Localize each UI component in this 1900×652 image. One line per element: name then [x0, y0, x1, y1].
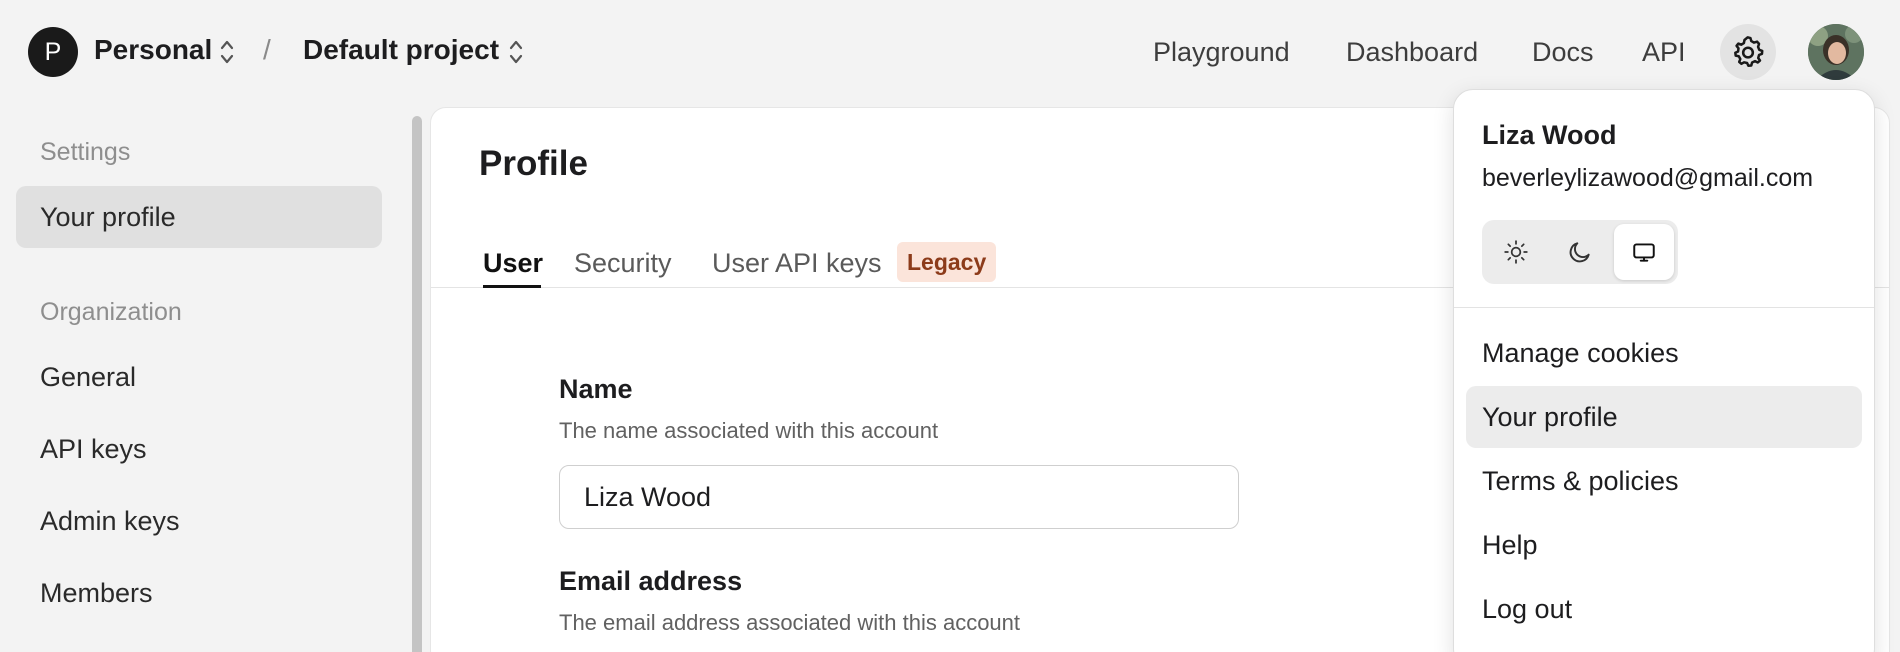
monitor-icon [1633, 243, 1655, 262]
sidebar-scrollbar[interactable] [412, 116, 422, 652]
tab-user[interactable]: User [483, 248, 543, 279]
org-avatar[interactable]: P [28, 27, 78, 77]
avatar[interactable] [1808, 24, 1864, 80]
email-label: Email address [559, 566, 743, 596]
sidebar-heading-organization: Organization [40, 298, 182, 326]
name-label: Name [559, 374, 633, 404]
user-photo-icon [1808, 24, 1864, 80]
theme-system-button[interactable] [1614, 224, 1674, 280]
nav-dashboard[interactable]: Dashboard [1346, 37, 1478, 68]
nav-playground[interactable]: Playground [1153, 37, 1290, 68]
name-help-text: The name associated with this account [559, 418, 939, 443]
theme-light-button[interactable] [1486, 224, 1546, 280]
menu-user-name: Liza Wood [1482, 120, 1617, 150]
menu-user-email: beverleylizawood@gmail.com [1482, 164, 1814, 192]
chevron-updown-icon[interactable] [217, 36, 237, 68]
gear-icon [1734, 36, 1764, 68]
menu-item-help[interactable]: Help [1466, 514, 1862, 576]
user-menu: Liza Wood beverleylizawood@gmail.com Man… [1453, 89, 1875, 652]
nav-docs[interactable]: Docs [1532, 37, 1594, 68]
menu-item-your-profile[interactable]: Your profile [1466, 386, 1862, 448]
chevron-updown-icon[interactable] [506, 36, 526, 68]
nav-api[interactable]: API [1642, 37, 1686, 68]
sidebar-item-general[interactable]: General [16, 346, 382, 408]
breadcrumb-separator: / [263, 34, 271, 65]
tab-security[interactable]: Security [574, 248, 672, 279]
menu-item-manage-cookies[interactable]: Manage cookies [1466, 322, 1862, 384]
project-switcher[interactable]: Default project [303, 34, 499, 66]
name-input[interactable] [559, 465, 1239, 529]
theme-dark-button[interactable] [1550, 224, 1610, 280]
org-switcher[interactable]: Personal [94, 34, 212, 66]
page-title: Profile [479, 144, 588, 183]
legacy-badge: Legacy [897, 242, 997, 282]
menu-item-log-out[interactable]: Log out [1466, 578, 1862, 640]
moon-icon [1569, 242, 1590, 263]
sidebar-heading-settings: Settings [40, 138, 131, 166]
menu-divider [1454, 307, 1874, 308]
sidebar-item-members[interactable]: Members [16, 562, 382, 624]
menu-item-terms-policies[interactable]: Terms & policies [1466, 450, 1862, 512]
sidebar-item-admin-keys[interactable]: Admin keys [16, 490, 382, 552]
theme-toggle [1482, 220, 1678, 284]
email-help-text: The email address associated with this a… [559, 610, 1021, 635]
sidebar: Settings Your profile Organization Gener… [0, 104, 400, 652]
sun-icon [1504, 240, 1528, 264]
tab-active-indicator [483, 285, 541, 288]
sidebar-item-api-keys[interactable]: API keys [16, 418, 382, 480]
sidebar-item-your-profile[interactable]: Your profile [16, 186, 382, 248]
settings-button[interactable] [1720, 24, 1776, 80]
tab-user-api-keys[interactable]: User API keys [712, 248, 882, 279]
